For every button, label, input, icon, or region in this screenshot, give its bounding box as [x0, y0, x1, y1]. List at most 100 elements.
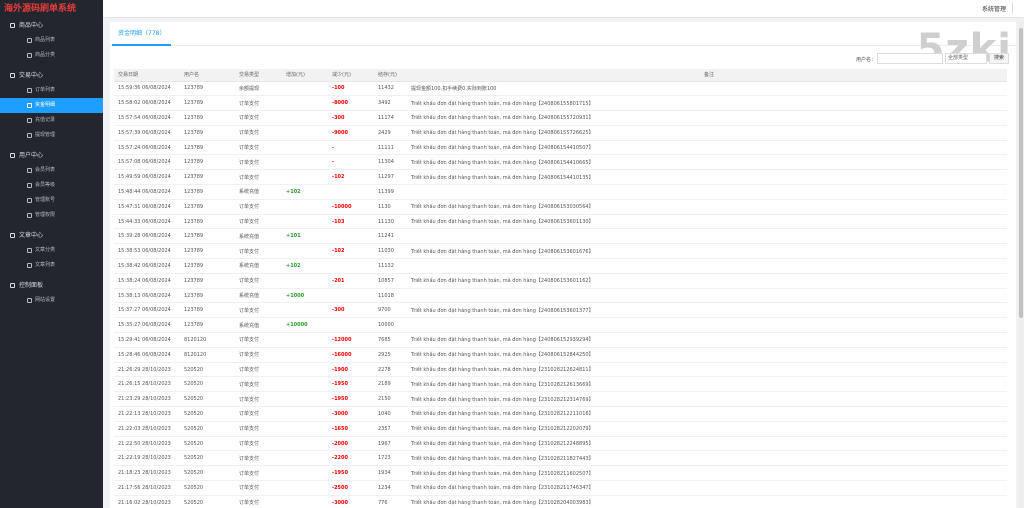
cell-balance: 11018 [374, 288, 407, 304]
cell-decrease: -9000 [328, 125, 374, 141]
sidebar-item-2-2[interactable]: 管理账号 [0, 193, 103, 208]
sidebar-item-1-2[interactable]: 充值记录 [0, 113, 103, 128]
sidebar-group-0[interactable]: 商品中心 [0, 18, 103, 33]
sidebar-item-2-0[interactable]: 会员列表 [0, 163, 103, 178]
cell-increase [282, 450, 328, 467]
cell-type: 订单支付 [235, 391, 282, 408]
sidebar-item-0-0[interactable]: 商品列表 [0, 33, 103, 48]
cell-username: 123789 [180, 95, 235, 112]
cell-decrease: -3000 [328, 495, 374, 508]
topbar-divider [1012, 2, 1022, 14]
column-header[interactable]: 用户名 [180, 69, 235, 82]
cell-date: 21:22:03 28/10/2023 [114, 421, 180, 437]
sidebar-item-2-3[interactable]: 管理权限 [0, 208, 103, 223]
column-header[interactable]: 结存(元) [374, 69, 407, 82]
cell-increase [282, 465, 328, 482]
grid-icon [27, 298, 32, 303]
grid-icon [27, 183, 32, 188]
cell-type: 订单支付 [235, 436, 282, 452]
gear-icon [10, 283, 15, 288]
cell-decrease: -103 [328, 214, 374, 230]
cell-date: 15:47:31 06/08/2024 [114, 199, 180, 215]
cell-decrease: -2000 [328, 436, 374, 452]
cell-balance: 1967 [374, 436, 407, 452]
cell-date: 15:38:53 06/08/2024 [114, 243, 180, 260]
sidebar-item-3-0[interactable]: 文章分类 [0, 243, 103, 258]
column-header[interactable]: 交易类型 [235, 69, 282, 82]
cell-date: 15:58:02 06/08/2024 [114, 95, 180, 112]
page-scrollbar[interactable] [1018, 22, 1024, 508]
column-header[interactable]: 交易日期 [114, 69, 180, 82]
table-row: 15:48:44 06/08/2024 123789 系统充值 +102 11399 [114, 184, 1007, 200]
cell-balance: 11130 [374, 214, 407, 230]
cell-balance: 11030 [374, 243, 407, 260]
sidebar-item-1-0[interactable]: 订单列表 [0, 83, 103, 98]
table-row: 21:23:29 28/10/2023 520520 订单支付 -1950 2150 Tr… [114, 391, 1007, 408]
sidebar-item-1-3[interactable]: 提现管理 [0, 128, 103, 143]
cell-note: Triết khấu đơn đặt hàng thanh toán, mã đ… [407, 495, 1007, 508]
cell-decrease: -3000 [328, 406, 374, 422]
sidebar-item-4-0[interactable]: 网站设置 [0, 293, 103, 308]
cell-note: Triết khấu đơn đặt hàng thanh toán, mã đ… [407, 110, 1007, 126]
cell-decrease: -102 [328, 243, 374, 260]
table-row: 15:57:08 06/08/2024 123789 订单支付 -11304 Triết… [114, 154, 1007, 171]
table-row: 15:38:13 06/08/2024 123789 系统充值 +1000 11018 [114, 288, 1007, 304]
cell-date: 15:37:27 06/08/2024 [114, 302, 180, 319]
system-menu-link[interactable]: 系统管理 [982, 4, 1006, 13]
sidebar-item-label: 管理权限 [35, 212, 56, 218]
cell-balance: 11174 [374, 110, 407, 126]
table-row: 21:26:15 28/10/2023 520520 订单支付 -1950 2189 Tr… [114, 376, 1007, 393]
sidebar-item-0-1[interactable]: 商品分类 [0, 48, 103, 63]
sidebar-item-2-1[interactable]: 会员等级 [0, 178, 103, 193]
sidebar-group-label: 控制面板 [19, 282, 44, 289]
cell-type: 订单支付 [235, 376, 282, 393]
cell-date: 15:38:42 06/08/2024 [114, 258, 180, 274]
sidebar: 海外源码刷单系统 商品中心 商品列表 商品分类交易中心 订单列表 资金明细 充值记录 提现管… [0, 0, 103, 508]
cell-increase [282, 125, 328, 141]
table-row: 15:38:42 06/08/2024 123789 系统充值 +102 11132 [114, 258, 1007, 274]
cell-username: 8120120 [180, 332, 235, 348]
cell-decrease: -102 [328, 169, 374, 186]
cell-type: 订单支付 [235, 125, 282, 141]
cell-note: Triết khấu đơn đặt hàng thanh toán, mã đ… [407, 450, 1007, 467]
scrollbar-thumb[interactable] [1019, 28, 1023, 318]
cell-decrease: -201 [328, 273, 374, 289]
sidebar-group-4[interactable]: 控制面板 [0, 278, 103, 293]
search-button[interactable]: 搜索 [989, 53, 1009, 64]
column-header[interactable]: 减少(元) [328, 69, 374, 82]
tab-fund-details[interactable]: 资金明细（778） [112, 24, 172, 46]
cell-type: 余额提现 [235, 81, 282, 97]
cell-decrease: -2200 [328, 450, 374, 467]
cell-username: 123789 [180, 125, 235, 141]
main-panel: 资金明细（778） 5zki 用户名： 全部类型 搜索 交易日期 用户名 交易类型增… [110, 22, 1016, 508]
table-row: 15:38:53 06/08/2024 123789 订单支付 -102 11030 Tr… [114, 243, 1007, 260]
cell-username: 520520 [180, 436, 235, 452]
cell-date: 21:23:29 28/10/2023 [114, 391, 180, 408]
cell-note [407, 317, 1007, 334]
sidebar-group-1[interactable]: 交易中心 [0, 68, 103, 83]
cell-date: 15:57:08 06/08/2024 [114, 154, 180, 171]
cell-increase [282, 81, 328, 97]
column-header[interactable]: 备注 [407, 69, 1007, 82]
cell-decrease [328, 228, 374, 245]
cell-increase: +102 [282, 184, 328, 200]
cell-username: 123789 [180, 317, 235, 334]
sidebar-item-1-1[interactable]: 资金明细 [0, 98, 103, 113]
cell-type: 订单支付 [235, 302, 282, 319]
grid-icon [27, 263, 32, 268]
username-search-input[interactable] [877, 53, 943, 64]
sidebar-item-3-1[interactable]: 文章列表 [0, 258, 103, 273]
sidebar-group-label: 用户中心 [19, 152, 44, 159]
table-row: 15:37:27 06/08/2024 123789 订单支付 -300 9700 Tri… [114, 302, 1007, 319]
cell-note: Triết khấu đơn đặt hàng thanh toán, mã đ… [407, 169, 1007, 186]
cell-type: 订单支付 [235, 140, 282, 156]
sidebar-group-3[interactable]: 文章中心 [0, 228, 103, 243]
cell-note: Triết khấu đơn đặt hàng thanh toán, mã đ… [407, 465, 1007, 482]
sidebar-group-2[interactable]: 用户中心 [0, 148, 103, 163]
cell-increase [282, 302, 328, 319]
brand-logo-text: 海外源码刷单系统 [4, 4, 77, 14]
type-select[interactable]: 全部类型 [945, 53, 987, 64]
column-header[interactable]: 增加(元) [282, 69, 328, 82]
cell-balance: 1723 [374, 450, 407, 467]
cell-note: Triết khấu đơn đặt hàng thanh toán, mã đ… [407, 436, 1007, 452]
